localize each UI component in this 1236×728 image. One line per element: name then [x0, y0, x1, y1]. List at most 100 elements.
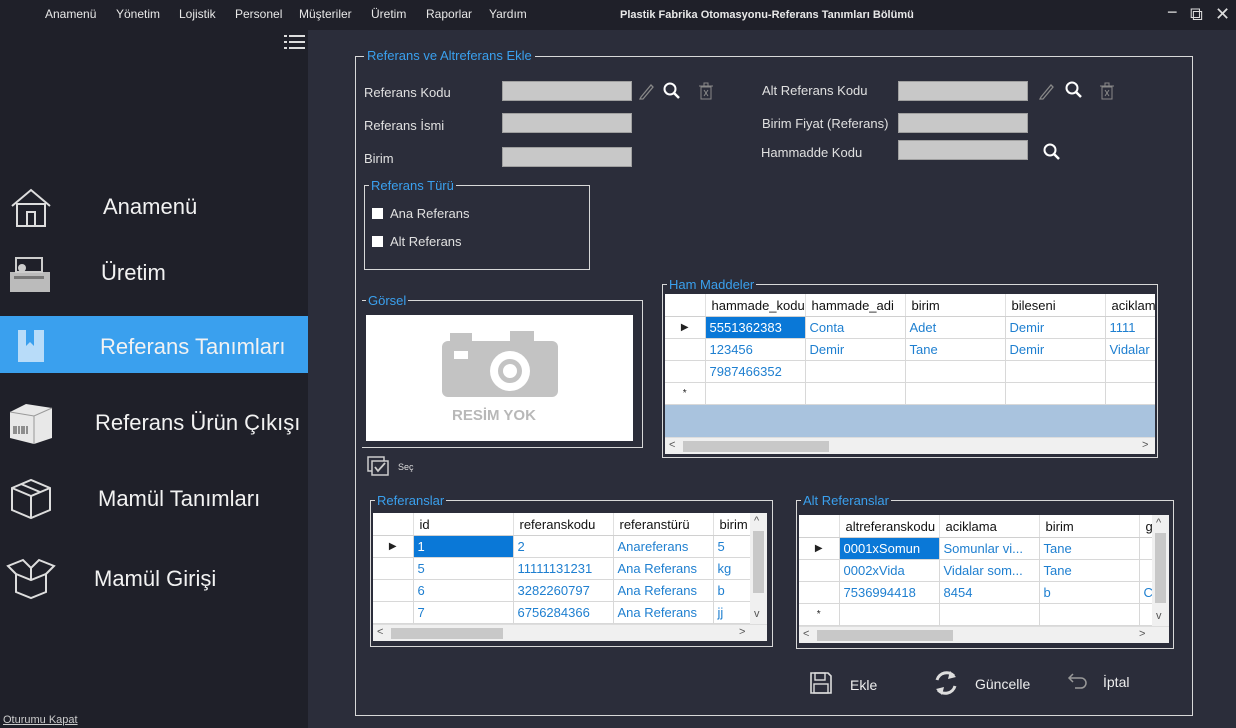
search-icon[interactable] — [663, 82, 681, 100]
table-cell[interactable] — [805, 360, 906, 383]
referanslar-grid[interactable]: id referanskodu referanstürü birim ▶ 1 2… — [373, 513, 767, 641]
table-cell[interactable]: Ana Referans — [613, 601, 714, 624]
ana-referans-checkbox[interactable] — [372, 208, 383, 219]
menu-anamenu[interactable]: Anamenü — [45, 7, 96, 21]
table-cell[interactable]: 6756284366 — [513, 601, 614, 624]
restore-icon[interactable]: ⧉ — [1190, 4, 1203, 25]
table-cell[interactable]: Tane — [1039, 559, 1140, 582]
column-header[interactable]: hammade_kodu — [705, 294, 806, 317]
menu-raporlar[interactable]: Raporlar — [426, 7, 472, 21]
sidebar-item-uretim[interactable]: Üretim — [0, 244, 308, 304]
new-row[interactable]: * — [665, 382, 1155, 405]
table-cell[interactable] — [905, 360, 1006, 383]
table-cell[interactable]: b — [1039, 581, 1140, 604]
table-cell[interactable]: Conta — [805, 316, 906, 339]
table-cell[interactable]: 11111131231 — [513, 557, 614, 580]
sidebar-item-anamenu[interactable]: Anamenü — [0, 176, 308, 236]
horizontal-scrollbar[interactable]: < > — [373, 624, 767, 641]
trash-icon[interactable] — [698, 82, 714, 100]
table-cell[interactable]: 7536994418 — [839, 581, 940, 604]
alt-referans-checkbox[interactable] — [372, 236, 383, 247]
scroll-right-icon[interactable]: > — [739, 626, 745, 638]
trash-icon[interactable] — [1099, 82, 1115, 100]
alt-referanslar-grid[interactable]: altreferanskodu aciklama birim g ▶ 0001x… — [799, 515, 1169, 643]
menu-yonetim[interactable]: Yönetim — [116, 7, 160, 21]
referans-kodu-input[interactable] — [502, 81, 632, 101]
table-cell[interactable]: 8454 — [939, 581, 1040, 604]
table-cell[interactable]: 7987466352 — [705, 360, 806, 383]
menu-musteriler[interactable]: Müşteriler — [299, 7, 352, 21]
column-header[interactable]: id — [413, 513, 514, 536]
table-cell[interactable]: 2 — [513, 535, 614, 558]
table-row[interactable]: 7536994418 8454 b C — [799, 581, 1169, 604]
scroll-right-icon[interactable]: > — [1142, 439, 1148, 451]
table-row[interactable]: 123456 Demir Tane Demir Vidalar — [665, 338, 1155, 361]
new-row[interactable]: * — [799, 603, 1169, 626]
table-cell[interactable]: 0001xSomun — [839, 537, 940, 560]
scroll-down-icon[interactable]: v — [1156, 610, 1162, 622]
horizontal-scrollbar[interactable]: < > — [665, 437, 1155, 454]
scroll-up-icon[interactable]: ^ — [1156, 517, 1161, 529]
select-image-label[interactable]: Seç — [398, 462, 414, 472]
scroll-left-icon[interactable]: < — [669, 439, 675, 451]
scroll-up-icon[interactable]: ^ — [754, 515, 759, 527]
guncelle-button[interactable]: Güncelle — [930, 666, 1040, 700]
birim-fiyat-input[interactable] — [898, 113, 1028, 133]
table-cell[interactable]: 1111 — [1105, 316, 1155, 339]
column-header[interactable]: referanstürü — [613, 513, 714, 536]
table-cell[interactable]: Ana Referans — [613, 557, 714, 580]
hammadde-kodu-input[interactable] — [898, 140, 1028, 160]
table-cell[interactable]: Demir — [805, 338, 906, 361]
table-cell[interactable] — [1005, 360, 1106, 383]
column-header[interactable]: bileseni — [1005, 294, 1106, 317]
close-icon[interactable]: ✕ — [1215, 4, 1230, 25]
pencil-icon[interactable] — [638, 82, 654, 100]
table-cell[interactable]: Anareferans — [613, 535, 714, 558]
table-cell[interactable]: 0002xVida — [839, 559, 940, 582]
scroll-left-icon[interactable]: < — [803, 628, 809, 640]
column-header[interactable]: aciklama — [939, 515, 1040, 538]
table-cell[interactable]: Adet — [905, 316, 1006, 339]
scroll-thumb[interactable] — [817, 630, 953, 641]
table-row[interactable]: 0002xVida Vidalar som... Tane — [799, 559, 1169, 582]
table-cell[interactable]: Tane — [1039, 537, 1140, 560]
column-header[interactable]: birim — [905, 294, 1006, 317]
menu-personel[interactable]: Personel — [235, 7, 282, 21]
column-header[interactable]: altreferanskodu — [839, 515, 940, 538]
menu-lojistik[interactable]: Lojistik — [179, 7, 216, 21]
search-icon[interactable] — [1065, 81, 1083, 99]
column-header[interactable]: referanskodu — [513, 513, 614, 536]
table-cell[interactable]: 5551362383 — [705, 316, 806, 339]
scroll-down-icon[interactable]: v — [754, 608, 760, 620]
table-cell[interactable]: 3282260797 — [513, 579, 614, 602]
minimize-icon[interactable]: − — [1167, 2, 1178, 23]
table-cell[interactable]: Ana Referans — [613, 579, 714, 602]
table-cell[interactable]: 5 — [413, 557, 514, 580]
table-cell[interactable]: Somunlar vi... — [939, 537, 1040, 560]
table-cell[interactable]: Demir — [1005, 316, 1106, 339]
vertical-scrollbar[interactable]: ^ v — [750, 513, 767, 624]
scroll-thumb[interactable] — [683, 441, 829, 452]
table-row[interactable]: 5 11111131231 Ana Referans kg — [373, 557, 767, 580]
table-cell[interactable]: 123456 — [705, 338, 806, 361]
sidebar-item-mamul-tanimlari[interactable]: Mamül Tanımları — [0, 468, 308, 528]
table-row[interactable]: 7987466352 — [665, 360, 1155, 383]
table-cell[interactable]: Demir — [1005, 338, 1106, 361]
table-cell[interactable]: Tane — [905, 338, 1006, 361]
table-cell[interactable]: 6 — [413, 579, 514, 602]
pencil-icon[interactable] — [1038, 82, 1054, 100]
menu-yardim[interactable]: Yardım — [489, 7, 527, 21]
select-image-icon[interactable] — [367, 456, 391, 476]
table-row[interactable]: 7 6756284366 Ana Referans jj — [373, 601, 767, 624]
column-header[interactable]: hammade_adi — [805, 294, 906, 317]
table-row[interactable]: 6 3282260797 Ana Referans b — [373, 579, 767, 602]
hamburger-menu-icon[interactable] — [284, 34, 306, 50]
table-cell[interactable]: Vidalar — [1105, 338, 1155, 361]
referans-ismi-input[interactable] — [502, 113, 632, 133]
column-header[interactable]: birim — [1039, 515, 1140, 538]
scroll-thumb[interactable] — [1155, 533, 1166, 603]
scroll-right-icon[interactable]: > — [1139, 628, 1145, 640]
menu-uretim[interactable]: Üretim — [371, 7, 406, 21]
table-row[interactable]: ▶ 5551362383 Conta Adet Demir 1111 — [665, 316, 1155, 339]
search-icon[interactable] — [1043, 143, 1061, 161]
